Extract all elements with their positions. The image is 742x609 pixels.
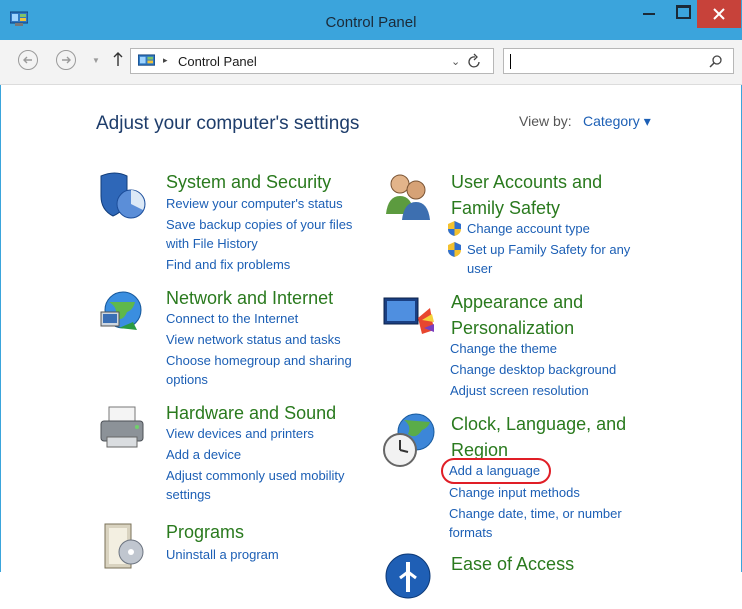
back-button[interactable] xyxy=(18,50,38,70)
ease-of-access-icon[interactable] xyxy=(382,552,434,604)
search-icon[interactable] xyxy=(709,54,723,73)
address-dropdown-icon[interactable]: ⌄ xyxy=(451,55,460,68)
link-find-fix-problems[interactable]: Find and fix problems xyxy=(166,257,290,272)
view-by-dropdown[interactable]: Category ▾ xyxy=(583,113,651,130)
network-globe-icon[interactable] xyxy=(97,288,149,340)
forward-arrow-icon xyxy=(62,56,71,64)
window-frame xyxy=(0,0,742,572)
maximize-icon xyxy=(676,5,691,19)
breadcrumb-separator[interactable]: ▸ xyxy=(163,55,168,66)
back-arrow-icon xyxy=(23,56,32,64)
link-change-desktop-background[interactable]: Change desktop background xyxy=(450,362,616,377)
link-change-date-time-cont[interactable]: formats xyxy=(449,525,492,540)
link-view-devices-printers[interactable]: View devices and printers xyxy=(166,426,314,441)
shield-icon[interactable] xyxy=(97,170,149,222)
category-title-user-accounts-line1[interactable]: User Accounts and xyxy=(451,172,602,193)
close-icon xyxy=(713,8,725,20)
appearance-icon[interactable] xyxy=(382,290,434,342)
minimize-button[interactable] xyxy=(632,0,666,28)
close-button[interactable] xyxy=(697,0,741,28)
category-title-user-accounts-line2[interactable]: Family Safety xyxy=(451,198,560,219)
page-heading: Adjust your computer's settings xyxy=(96,113,360,134)
category-title-appearance-line1[interactable]: Appearance and xyxy=(451,292,583,313)
link-family-safety-cont[interactable]: user xyxy=(467,261,492,276)
link-save-backup-cont[interactable]: with File History xyxy=(166,236,258,251)
control-panel-icon xyxy=(137,54,156,68)
uac-shield-icon xyxy=(447,221,462,236)
link-review-status[interactable]: Review your computer's status xyxy=(166,196,343,211)
up-arrow-icon xyxy=(113,52,123,66)
uac-shield-icon xyxy=(447,242,462,257)
forward-button[interactable] xyxy=(56,50,76,70)
link-uninstall-program[interactable]: Uninstall a program xyxy=(166,547,279,562)
category-title-clock-line1[interactable]: Clock, Language, and xyxy=(451,414,626,435)
refresh-button[interactable] xyxy=(468,53,482,74)
link-choose-homegroup-cont[interactable]: options xyxy=(166,372,208,387)
link-change-account-type[interactable]: Change account type xyxy=(467,221,590,236)
link-connect-internet[interactable]: Connect to the Internet xyxy=(166,311,298,326)
title-bar[interactable]: Control Panel xyxy=(0,0,742,40)
category-title-programs[interactable]: Programs xyxy=(166,522,244,543)
category-title-system-and-security[interactable]: System and Security xyxy=(166,172,331,193)
printer-icon[interactable] xyxy=(97,403,149,455)
search-input[interactable] xyxy=(514,51,698,73)
window-title: Control Panel xyxy=(325,14,417,31)
address-bar[interactable]: ▸ Control Panel ⌄ xyxy=(130,48,494,74)
users-icon[interactable] xyxy=(382,170,434,222)
search-box[interactable] xyxy=(503,48,734,74)
link-family-safety[interactable]: Set up Family Safety for any xyxy=(467,242,630,257)
link-view-network-status[interactable]: View network status and tasks xyxy=(166,332,341,347)
link-choose-homegroup[interactable]: Choose homegroup and sharing xyxy=(166,353,352,368)
link-adjust-resolution[interactable]: Adjust screen resolution xyxy=(450,383,589,398)
link-change-input-methods[interactable]: Change input methods xyxy=(449,485,580,500)
link-add-device[interactable]: Add a device xyxy=(166,447,241,462)
maximize-button[interactable] xyxy=(666,0,700,28)
highlight-circle xyxy=(441,458,551,484)
clock-globe-icon[interactable] xyxy=(382,412,435,467)
link-change-theme[interactable]: Change the theme xyxy=(450,341,557,356)
minimize-icon xyxy=(643,13,655,15)
recent-locations-dropdown[interactable]: ▼ xyxy=(92,56,100,65)
category-title-appearance-line2[interactable]: Personalization xyxy=(451,318,574,339)
breadcrumb-control-panel[interactable]: Control Panel xyxy=(178,54,257,69)
view-by-label: View by: xyxy=(519,113,572,129)
text-caret xyxy=(510,54,511,69)
link-adjust-mobility-cont[interactable]: settings xyxy=(166,487,211,502)
refresh-icon xyxy=(468,53,480,68)
up-button[interactable] xyxy=(112,51,124,72)
category-title-network-and-internet[interactable]: Network and Internet xyxy=(166,288,333,309)
link-adjust-mobility[interactable]: Adjust commonly used mobility xyxy=(166,468,344,483)
category-title-hardware-and-sound[interactable]: Hardware and Sound xyxy=(166,403,336,424)
link-save-backup[interactable]: Save backup copies of your files xyxy=(166,217,352,232)
link-change-date-time[interactable]: Change date, time, or number xyxy=(449,506,622,521)
programs-icon[interactable] xyxy=(97,520,149,572)
navigation-bar: ▼ ▸ Control Panel ⌄ xyxy=(0,40,742,85)
